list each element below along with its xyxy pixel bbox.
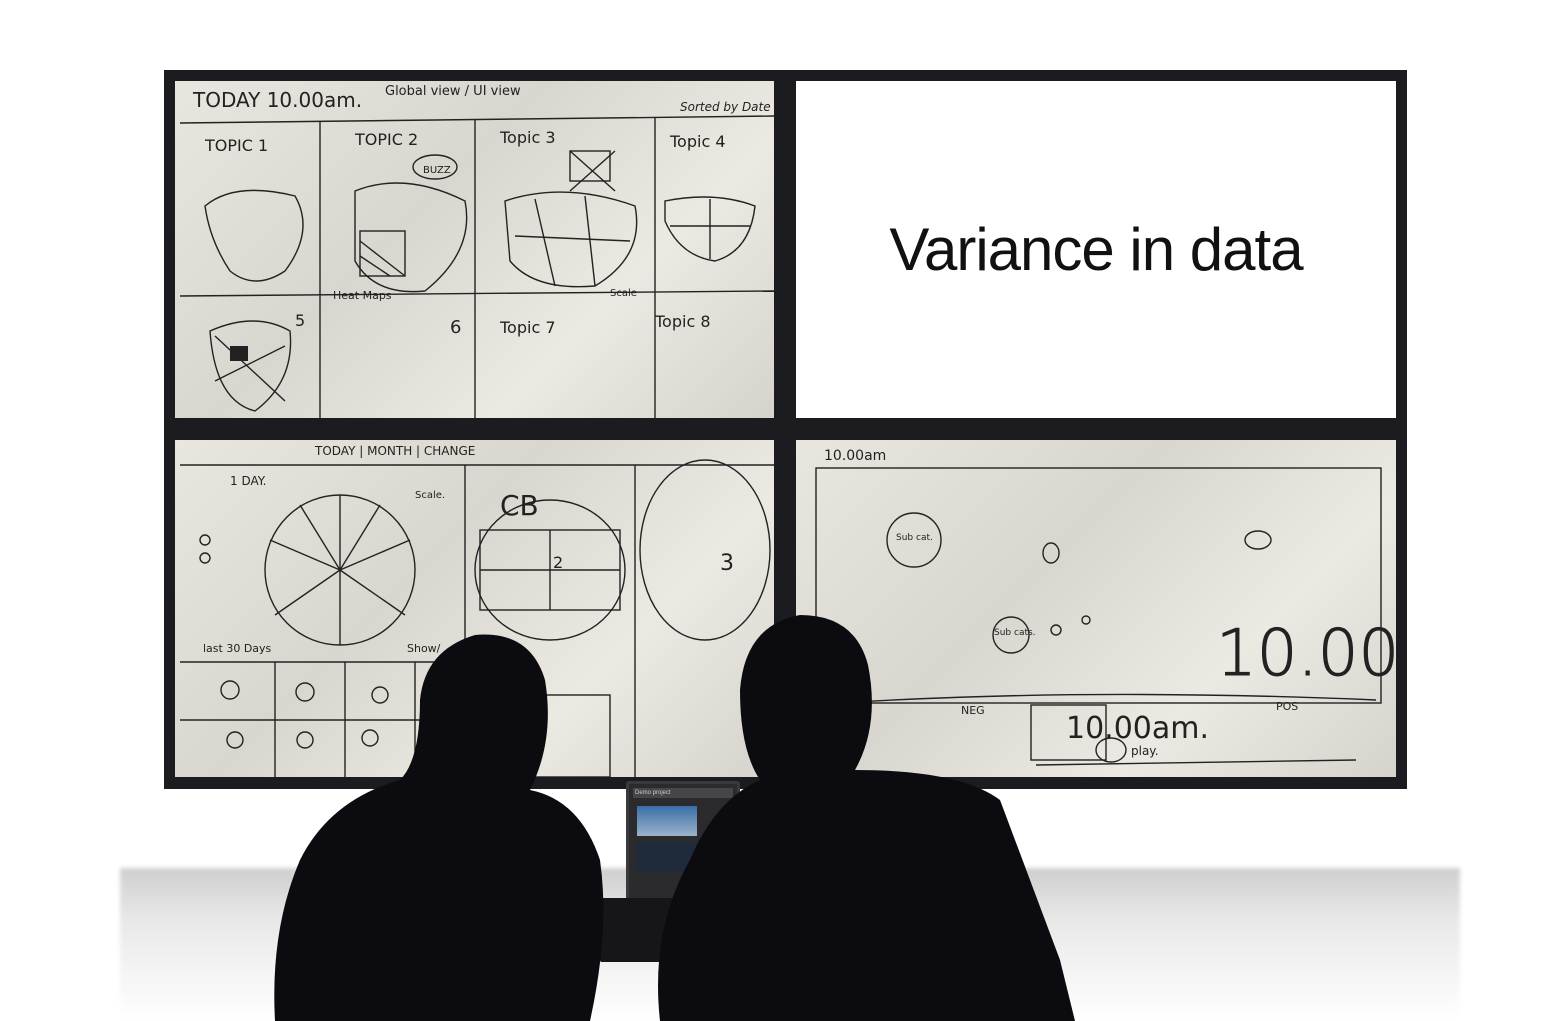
person-left-silhouette xyxy=(274,634,604,1021)
people-silhouettes xyxy=(274,615,1075,1021)
person-right-silhouette xyxy=(658,615,1075,1021)
